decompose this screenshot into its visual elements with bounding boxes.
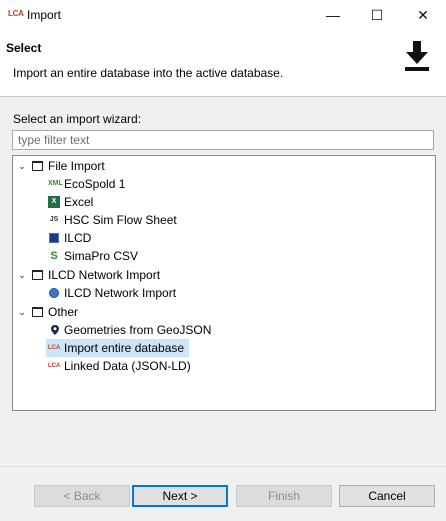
js-icon: JS: [49, 216, 59, 223]
back-button[interactable]: < Back: [34, 485, 130, 507]
cancel-button[interactable]: Cancel: [339, 485, 435, 507]
wizard-tree[interactable]: ⌄ File Import XML EcoSpold 1 X Excel JS …: [12, 155, 436, 411]
wizard-header: Select Import an entire database into th…: [0, 31, 446, 97]
tree-item-label: ILCD Network Import: [64, 286, 177, 300]
footer-separator: [0, 466, 446, 467]
tree-item-label: Excel: [64, 195, 94, 209]
wizard-label: Select an import wizard:: [13, 112, 142, 126]
tree-item-label: ILCD: [64, 231, 92, 245]
tree-group-other[interactable]: ⌄ Other: [13, 303, 433, 321]
folder-icon: [32, 307, 43, 317]
title-bar: LCA Import — ☐ ✕: [0, 0, 446, 31]
folder-icon: [32, 161, 43, 171]
maximize-button[interactable]: ☐: [354, 0, 400, 31]
tree-group-label: Other: [48, 305, 79, 319]
tree-item-label: Import entire database: [64, 341, 185, 355]
lca-icon: LCA: [48, 345, 61, 351]
finish-button[interactable]: Finish: [236, 485, 332, 507]
tree-item-label: Linked Data (JSON-LD): [64, 359, 191, 373]
excel-icon: X: [48, 196, 60, 208]
page-description: Import an entire database into the activ…: [13, 66, 284, 80]
folder-icon: [32, 270, 43, 280]
filter-input[interactable]: [12, 130, 434, 150]
map-pin-icon: [51, 325, 59, 335]
tree-group-file-import[interactable]: ⌄ File Import: [13, 157, 433, 175]
simapro-icon: S: [50, 250, 58, 262]
tree-item-label: Geometries from GeoJSON: [64, 323, 212, 337]
tree-group-label: File Import: [48, 159, 105, 173]
page-title: Select: [6, 41, 42, 55]
window-title: Import: [27, 8, 62, 22]
next-button[interactable]: Next >: [132, 485, 228, 507]
tree-item-label: EcoSpold 1: [64, 177, 126, 191]
ilcd-icon: [49, 233, 59, 243]
lca-app-icon: LCA: [8, 9, 24, 18]
tree-item-label: HSC Sim Flow Sheet: [64, 213, 177, 227]
tree-group-label: ILCD Network Import: [48, 268, 161, 282]
tree-item-label: SimaPro CSV: [64, 249, 139, 263]
close-button[interactable]: ✕: [400, 0, 446, 31]
minimize-button[interactable]: —: [310, 0, 356, 31]
xml-icon: XML: [48, 180, 63, 187]
chevron-down-icon[interactable]: ⌄: [17, 303, 27, 321]
tree-group-ilcd-network[interactable]: ⌄ ILCD Network Import: [13, 266, 433, 284]
chevron-down-icon[interactable]: ⌄: [17, 266, 27, 284]
download-icon: [405, 41, 429, 71]
tree-item-import-entire-database[interactable]: LCA Import entire database: [46, 339, 189, 357]
globe-icon: [49, 288, 59, 298]
lca-icon: LCA: [48, 363, 61, 369]
chevron-down-icon[interactable]: ⌄: [17, 157, 27, 175]
